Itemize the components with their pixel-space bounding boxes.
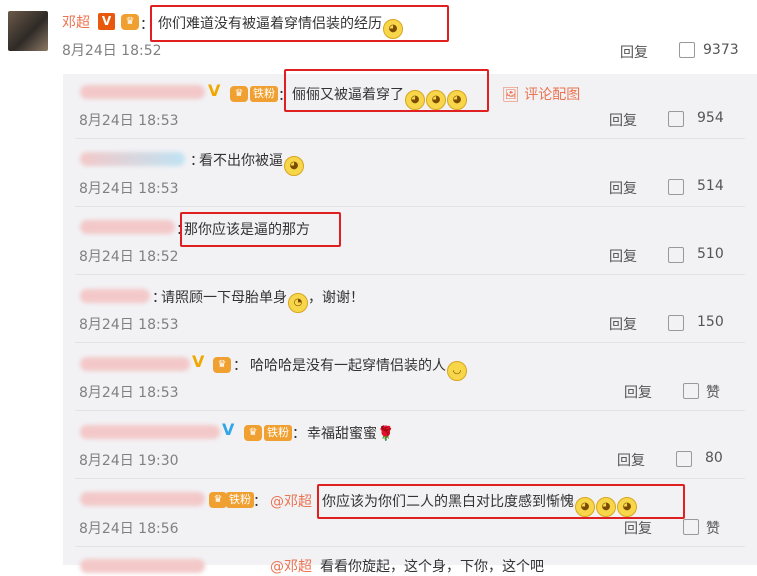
fan-badge: 铁粉 <box>264 425 292 441</box>
reply-button[interactable]: 回复 <box>609 110 637 130</box>
verified-v-icon: V <box>192 352 205 371</box>
mention-link[interactable]: @邓超 <box>270 491 312 511</box>
blurred-username <box>80 289 150 303</box>
reply-text: 哈哈哈是没有一起穿情侣装的人 <box>250 358 446 374</box>
reply-button[interactable]: 回复 <box>609 314 637 334</box>
like-count: 80 <box>705 450 723 466</box>
comment-date: 8月24日 18:52 <box>62 43 162 59</box>
like-icon[interactable] <box>668 315 684 331</box>
avatar[interactable] <box>8 11 48 51</box>
reply-text: 那你应该是逼的那方 <box>184 222 310 238</box>
like-icon[interactable] <box>683 519 699 535</box>
like-icon[interactable] <box>683 383 699 399</box>
commenter-name[interactable]: 邓超 <box>62 12 90 32</box>
blurred-username <box>80 152 185 166</box>
like-icon[interactable] <box>668 247 684 263</box>
doge-emoji-icon: ◕ <box>447 90 467 110</box>
reply-text: 你应该为你们二人的黑白对比度感到惭愧 <box>322 494 574 510</box>
blurred-username <box>80 425 220 439</box>
reply-button[interactable]: 回复 <box>624 382 652 402</box>
like-count: 150 <box>697 314 724 330</box>
reply-button[interactable]: 回复 <box>617 450 645 470</box>
doge-emoji-icon: ◕ <box>383 19 403 39</box>
rose-icon: 🌹 <box>377 426 395 442</box>
blurred-username <box>80 492 205 506</box>
divider <box>75 546 745 547</box>
reply-text: 看不出你被逼 <box>199 153 283 169</box>
doge-emoji-icon: ◕ <box>405 90 425 110</box>
shy-emoji-icon: ◔ <box>288 293 308 313</box>
reply-date: 8月24日 18:53 <box>79 181 179 197</box>
reply-date: 8月24日 18:53 <box>79 385 179 401</box>
like-button[interactable]: 赞 <box>706 518 720 538</box>
like-button[interactable]: 赞 <box>706 382 720 402</box>
reply-date: 8月24日 19:30 <box>79 453 179 469</box>
comment-image-link[interactable]: 🖼 评论配图 <box>502 84 580 104</box>
fan-badge: 铁粉 <box>250 86 278 102</box>
doge-emoji-icon: ◕ <box>617 497 637 517</box>
reply-button[interactable]: 回复 <box>624 518 652 538</box>
blurred-username <box>80 559 205 573</box>
reply-text: 看看你旋起，这个身，下你，这个吧 <box>320 559 544 575</box>
like-count: 510 <box>697 246 724 262</box>
crown-icon: ♛ <box>209 492 227 508</box>
like-count: 954 <box>697 110 724 126</box>
reply-text: 请照顾一下母胎单身 <box>161 290 287 306</box>
comment-text: 你们难道没有被逼着穿情侣装的经历 <box>158 16 382 32</box>
doge-emoji-icon: ◕ <box>426 90 446 110</box>
verified-v-icon: V <box>208 81 221 100</box>
blurred-username <box>80 220 175 234</box>
reply-text: 幸福甜蜜蜜 <box>307 426 377 442</box>
like-icon[interactable] <box>668 179 684 195</box>
crown-icon: ♛ <box>213 357 231 373</box>
doge-emoji-icon: ◕ <box>596 497 616 517</box>
reply-button[interactable]: 回复 <box>609 178 637 198</box>
laughing-emoji-icon: ◡ <box>447 361 467 381</box>
like-icon[interactable] <box>668 111 684 127</box>
blurred-username <box>80 357 190 371</box>
fan-badge: 铁粉 <box>226 492 254 508</box>
verified-v-badge-icon: V <box>98 13 115 30</box>
divider <box>75 274 745 275</box>
blurred-username <box>80 85 205 99</box>
reply-button[interactable]: 回复 <box>620 42 648 62</box>
reply-date: 8月24日 18:53 <box>79 317 179 333</box>
like-icon[interactable] <box>679 42 695 58</box>
mention-link[interactable]: @邓超 <box>270 556 312 576</box>
divider <box>75 206 745 207</box>
doge-emoji-icon: ◕ <box>575 497 595 517</box>
verified-v-icon: V <box>222 420 235 439</box>
divider <box>75 478 745 479</box>
like-count: 514 <box>697 178 724 194</box>
divider <box>75 138 745 139</box>
reply-button[interactable]: 回复 <box>609 246 637 266</box>
doge-emoji-icon: ◕ <box>284 156 304 176</box>
reply-text: 俪俪又被逼着穿了 <box>292 87 404 103</box>
crown-icon: ♛ <box>121 14 139 30</box>
crown-icon: ♛ <box>230 86 248 102</box>
reply-date: 8月24日 18:56 <box>79 521 179 537</box>
divider <box>75 342 745 343</box>
like-count: 9373 <box>703 42 739 58</box>
like-icon[interactable] <box>676 451 692 467</box>
crown-icon: ♛ <box>244 425 262 441</box>
reply-date: 8月24日 18:53 <box>79 113 179 129</box>
reply-date: 8月24日 18:52 <box>79 249 179 265</box>
divider <box>75 410 745 411</box>
